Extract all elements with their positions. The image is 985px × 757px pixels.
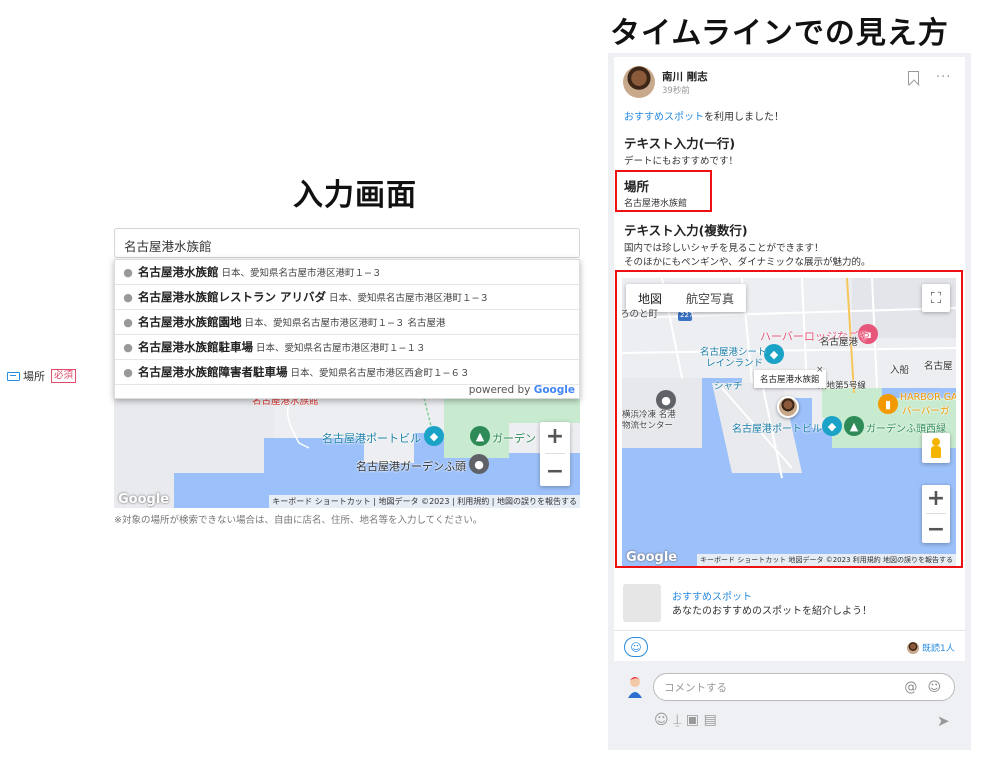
section-title: テキスト入力(一行) bbox=[624, 136, 736, 151]
zoom-out-button[interactable]: − bbox=[927, 517, 945, 542]
map-label: レインランド bbox=[706, 358, 764, 369]
popup-close-icon[interactable]: × bbox=[816, 365, 824, 375]
suggestion-item[interactable]: ● 名古屋港水族館駐車場 日本、愛知県名古屋市港区港町１−１３ bbox=[115, 335, 579, 360]
section-title: テキスト入力(複数行) bbox=[624, 223, 748, 238]
map-label: 名古屋港ポートビル bbox=[732, 424, 822, 435]
warehouse-marker: ● bbox=[656, 390, 676, 410]
garden-pier-marker: ● bbox=[469, 454, 489, 474]
map-footer-links[interactable]: キーボード ショートカット | 地図データ ©2023 | 利用規約 | 地図の… bbox=[269, 495, 580, 508]
garden-marker: ▲ bbox=[844, 416, 864, 436]
section-title: 場所 bbox=[624, 179, 650, 194]
powered-by-google: powered by Google bbox=[468, 384, 575, 396]
attraction-marker: ◆ bbox=[764, 344, 784, 364]
reader-avatar bbox=[907, 641, 919, 654]
pin-icon: ● bbox=[123, 365, 133, 379]
port-building-marker: ◆ bbox=[822, 416, 842, 436]
author-avatar[interactable] bbox=[623, 66, 655, 98]
mention-emoji-icons[interactable]: @ ☺ bbox=[904, 680, 944, 695]
suggestion-item[interactable]: ● 名古屋港水族館園地 日本、愛知県名古屋市港区港町１−３ 名古屋港 bbox=[115, 310, 579, 335]
zoom-out-button[interactable]: − bbox=[546, 459, 564, 484]
input-map-zoom: + − bbox=[540, 422, 570, 486]
place-help-note: ※対象の場所が検索できない場合は、自由に店名、住所、地名等を入力してください。 bbox=[114, 515, 483, 526]
section-value: そのほかにもペンギンや、ダイナミックな展示が魅力的。 bbox=[624, 257, 871, 268]
pin-icon: ● bbox=[123, 290, 133, 304]
suggestion-item[interactable]: ● 名古屋港水族館障害者駐車場 日本、愛知県名古屋市港区西倉町１−６３ bbox=[115, 360, 579, 385]
template-link[interactable]: おすすめスポット bbox=[624, 112, 704, 123]
map-label: ガーデン bbox=[492, 432, 536, 445]
more-menu-icon[interactable]: ··· bbox=[936, 70, 951, 85]
recommend-title[interactable]: おすすめスポット bbox=[672, 588, 752, 603]
comment-placeholder: コメントする bbox=[664, 681, 727, 694]
suggestion-item[interactable]: ● 名古屋港水族館 日本、愛知県名古屋市港区港町１−３ bbox=[115, 260, 579, 285]
timeline-heading: タイムラインでの見え方 bbox=[610, 16, 949, 51]
read-count[interactable]: 既読1人 bbox=[907, 641, 955, 654]
field-type-icon bbox=[7, 371, 20, 381]
autocomplete-dropdown: ● 名古屋港水族館 日本、愛知県名古屋市港区港町１−３ ● 名古屋港水族館レスト… bbox=[114, 259, 580, 399]
divider bbox=[614, 630, 965, 631]
pin-icon: ● bbox=[123, 340, 133, 354]
add-reaction-button[interactable]: ☺ bbox=[624, 637, 648, 657]
tab-map[interactable]: 地図 bbox=[626, 290, 674, 307]
user-location-marker[interactable] bbox=[777, 396, 799, 418]
my-avatar bbox=[624, 674, 646, 698]
required-badge: 必須 bbox=[51, 369, 77, 383]
send-icon[interactable]: ➤ bbox=[937, 712, 950, 730]
zoom-in-button[interactable]: + bbox=[927, 486, 945, 511]
port-building-marker: ◆ bbox=[424, 426, 444, 446]
place-search-input[interactable]: 名古屋港水族館 bbox=[114, 228, 580, 258]
google-logo: Google bbox=[118, 492, 170, 507]
post-time: 39秒前 bbox=[662, 86, 690, 96]
timeline-map[interactable]: 地図 航空写真 ⛶ 227 ろのと町 ▪ ハーバーロッジなごや ◆ 名古屋港シー… bbox=[622, 278, 956, 566]
section-value: 名古屋港水族館 bbox=[624, 199, 688, 209]
section-value: 国内では珍しいシャチを見ることができます！ bbox=[624, 243, 824, 254]
map-label: 名古屋 bbox=[924, 361, 953, 372]
pin-icon: ● bbox=[123, 265, 133, 279]
map-label: 物流センター bbox=[622, 421, 674, 431]
map-label: 名古屋港ポートビル bbox=[322, 432, 421, 445]
map-label: ろのと町 bbox=[622, 309, 659, 320]
used-template-text: おすすめスポットを利用しました！ bbox=[624, 112, 784, 123]
recommend-description: あなたのおすすめのスポットを紹介しよう！ bbox=[672, 606, 872, 617]
comment-tools[interactable]: ☺ ⍊ ▣ ▤ bbox=[654, 712, 717, 728]
restaurant-marker: ▮ bbox=[878, 394, 898, 414]
section-value: デートにもおすすめです！ bbox=[624, 156, 739, 167]
timeline-map-zoom: + − bbox=[922, 485, 950, 543]
fullscreen-button[interactable]: ⛶ bbox=[922, 284, 950, 312]
map-info-popup: 名古屋港水族館 bbox=[754, 370, 826, 388]
map-label: 入船 bbox=[890, 365, 910, 376]
bookmark-icon[interactable] bbox=[908, 71, 919, 85]
route-227-label: 227 bbox=[680, 311, 694, 319]
author-name[interactable]: 南川 剛志 bbox=[662, 69, 708, 84]
input-screen-heading: 入力画面 bbox=[293, 178, 417, 213]
tab-satellite[interactable]: 航空写真 bbox=[674, 290, 746, 307]
comment-input[interactable]: コメントする @ ☺ bbox=[653, 673, 955, 701]
map-label: 名古屋港 bbox=[820, 337, 859, 348]
garden-marker: ▲ bbox=[470, 426, 490, 446]
map-footer-links[interactable]: キーボード ショートカット 地図データ ©2023 利用規約 地図の誤りを報告す… bbox=[697, 554, 956, 566]
google-logo: Google bbox=[626, 550, 678, 565]
pin-icon: ● bbox=[123, 315, 133, 329]
zoom-in-button[interactable]: + bbox=[546, 424, 564, 449]
map-label: バーバーガ bbox=[902, 406, 950, 417]
recommend-thumbnail[interactable] bbox=[623, 584, 661, 622]
suggestion-item[interactable]: ● 名古屋港水族館レストラン アリバダ 日本、愛知県名古屋市港区港町１−３ bbox=[115, 285, 579, 310]
pegman-icon[interactable] bbox=[922, 433, 950, 463]
map-label: シャチ bbox=[714, 381, 743, 392]
map-label: HARBOR GA bbox=[900, 392, 956, 403]
place-field-label-text: 場所 bbox=[23, 370, 45, 383]
map-label: 名古屋港ガーデンふ頭 bbox=[356, 460, 466, 473]
place-field-label: 場所 必須 bbox=[7, 368, 77, 384]
